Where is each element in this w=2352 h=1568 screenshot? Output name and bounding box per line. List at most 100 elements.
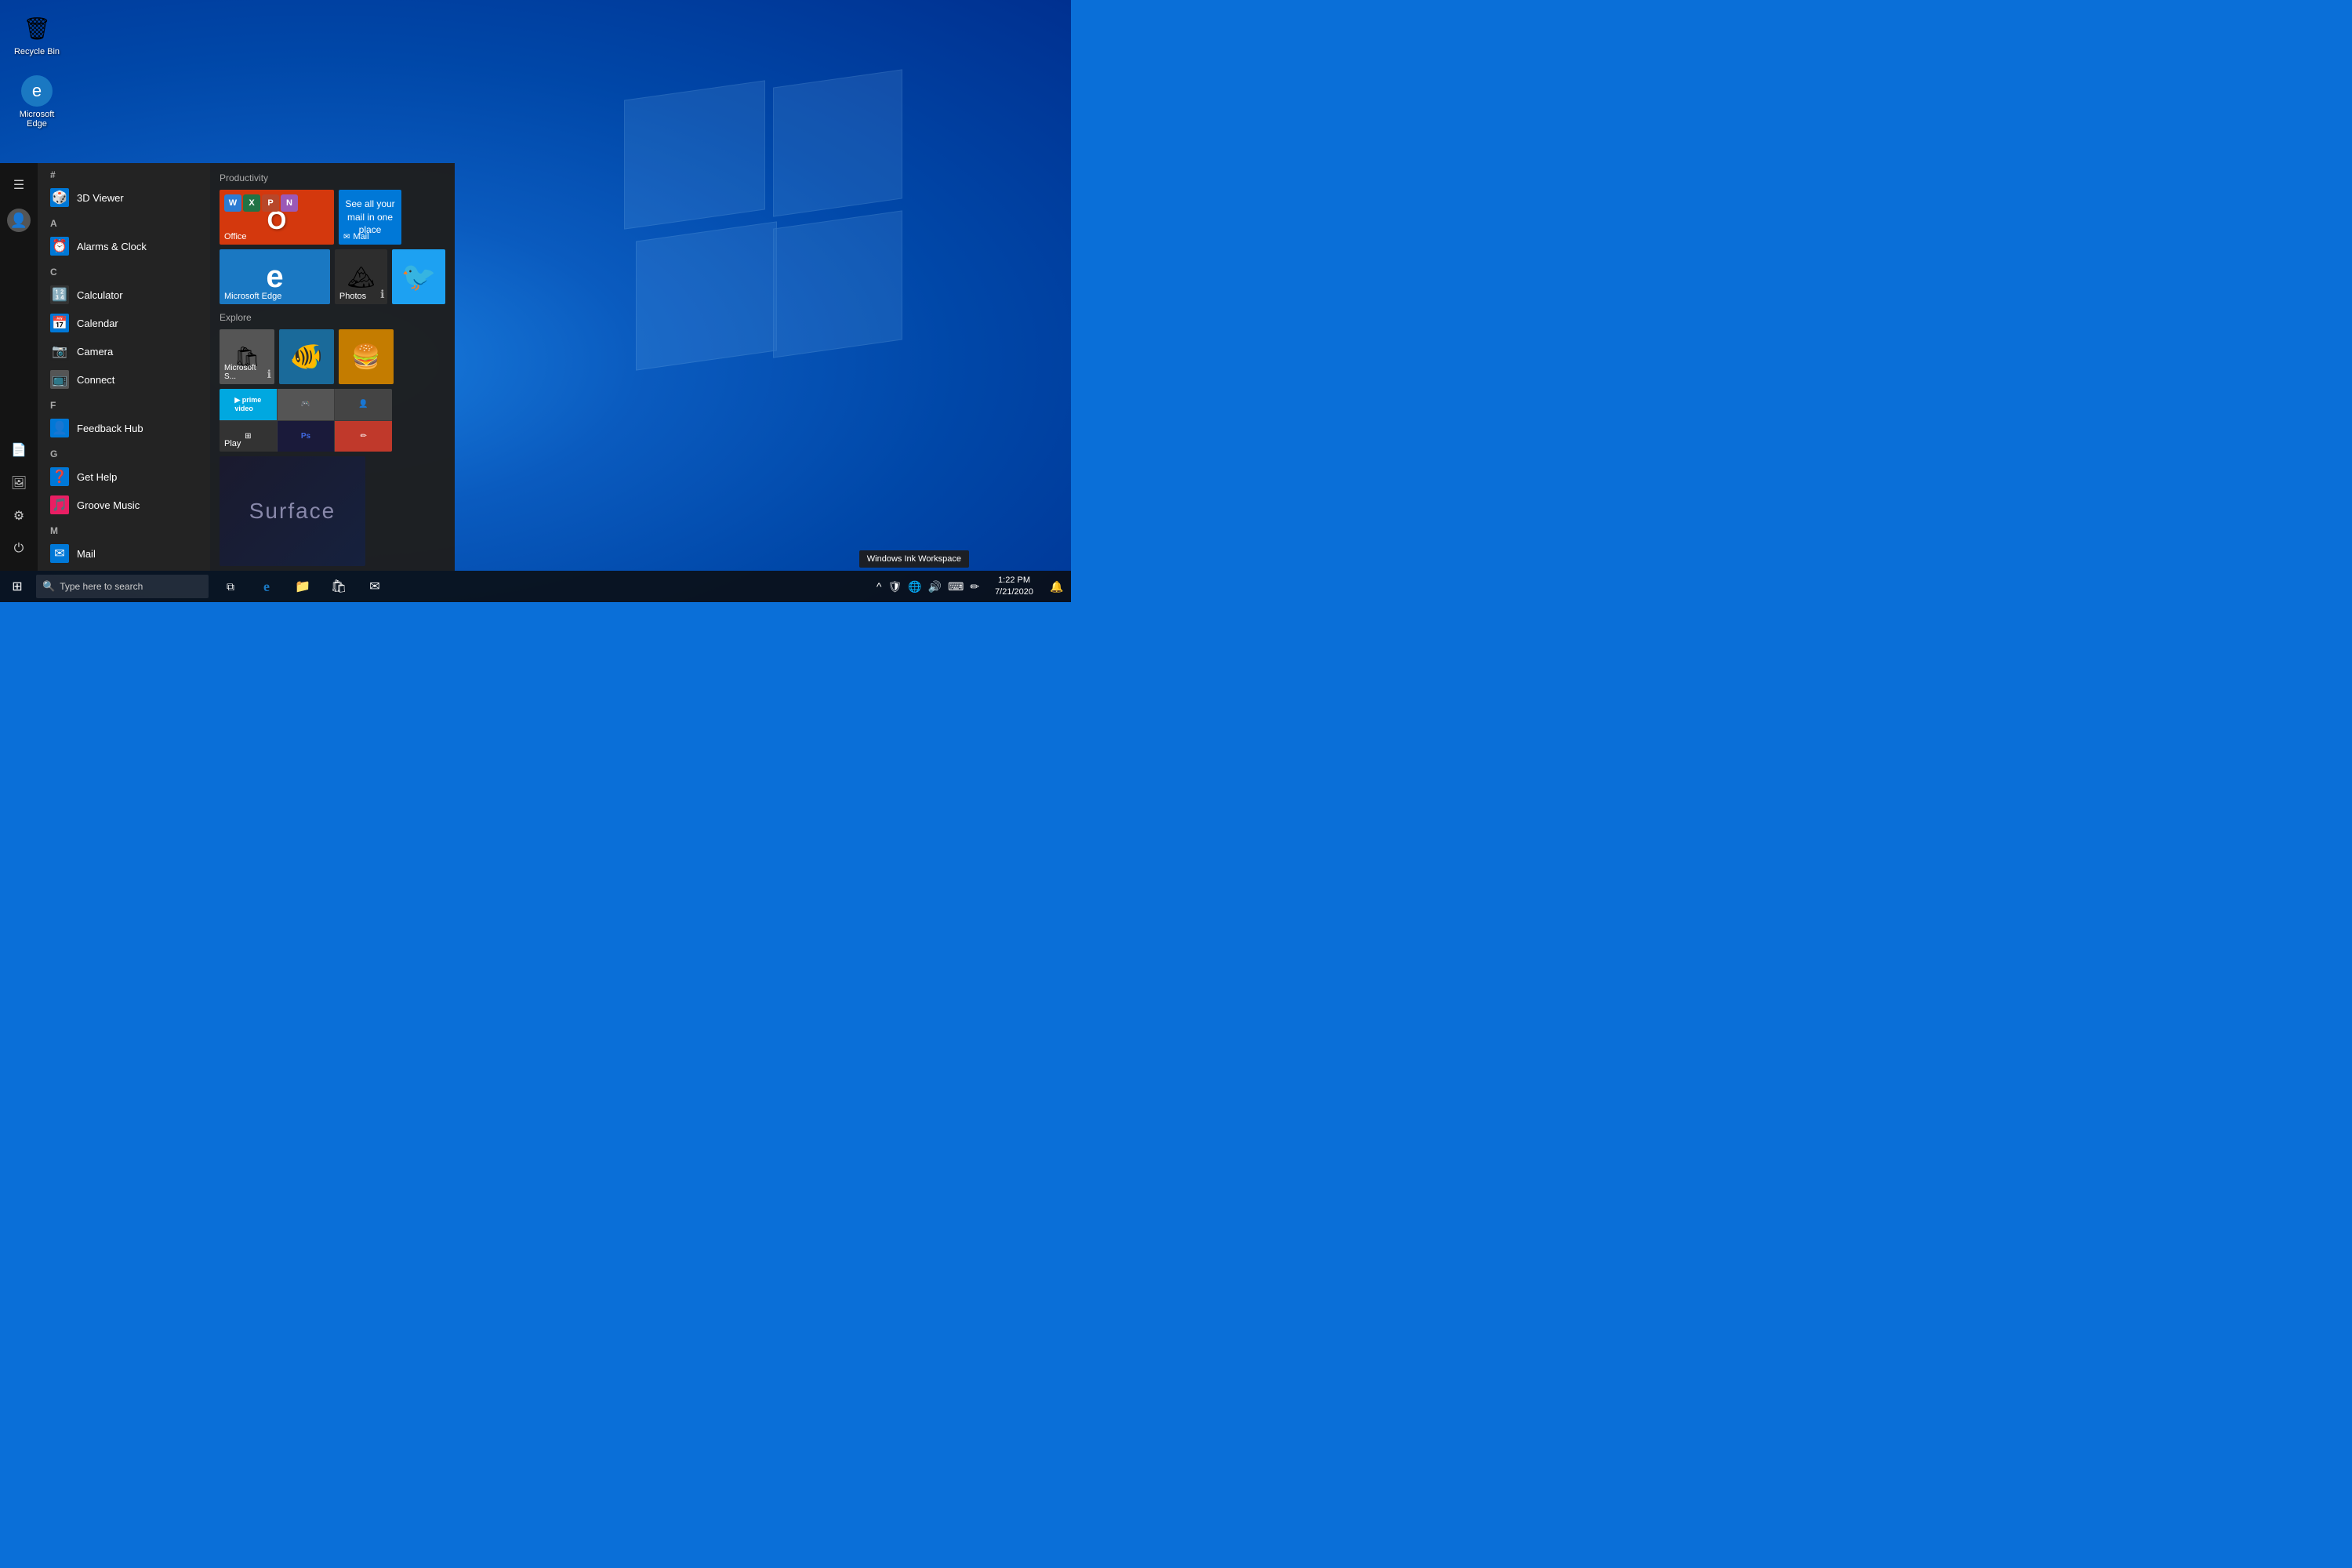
app-item-get-help[interactable]: ❓ Get Help — [38, 463, 210, 491]
tiles-row-3: 🛍 ℹ Microsoft S... 🐠 🍔 — [220, 329, 445, 384]
play-cell-prime: ▶ primevideo — [220, 389, 277, 420]
app-item-calendar[interactable]: 📅 Calendar — [38, 309, 210, 337]
surface-tile-text: Surface — [249, 499, 336, 524]
taskbar-search-text: Type here to search — [60, 581, 143, 592]
surface-ad-tile[interactable]: Surface — [220, 456, 365, 566]
groove-label: Groove Music — [77, 499, 140, 511]
store-tile-label: Microsoft S... — [220, 361, 274, 384]
photos-tile-info-icon: ℹ — [380, 288, 384, 301]
onenote-mini-icon: N — [281, 194, 298, 212]
office-tile[interactable]: W X P N O Office — [220, 190, 334, 245]
calendar-label: Calendar — [77, 318, 118, 329]
notification-button[interactable]: 🔔 — [1043, 571, 1071, 602]
burger-tile-icon: 🍔 — [351, 343, 380, 371]
task-view-button[interactable]: ⧉ — [213, 571, 248, 602]
settings-icon: ⚙ — [13, 508, 24, 524]
app-item-maps[interactable]: 🗺 Maps — [38, 568, 210, 571]
app-item-groove[interactable]: 🎵 Groove Music — [38, 491, 210, 519]
app-item-calculator[interactable]: 🔢 Calculator — [38, 281, 210, 309]
app-item-camera[interactable]: 📷 Camera — [38, 337, 210, 365]
tray-shield-icon[interactable]: 🛡 — [886, 579, 903, 595]
settings-button[interactable]: ⚙ — [2, 500, 36, 532]
alarms-icon: ⏰ — [50, 237, 69, 256]
taskbar-clock[interactable]: 1:22 PM 7/21/2020 — [987, 571, 1041, 602]
desktop-icon-recycle-bin[interactable]: 🗑 Recycle Bin — [9, 9, 64, 60]
store-explore-tile[interactable]: 🛍 ℹ Microsoft S... — [220, 329, 274, 384]
desktop-icon-edge[interactable]: e Microsoft Edge — [9, 72, 64, 132]
mail-list-label: Mail — [77, 548, 96, 560]
word-mini-icon: W — [224, 194, 241, 212]
start-windows-icon: ⊞ — [12, 579, 22, 594]
explore-section-label: Explore — [220, 309, 445, 329]
recycle-bin-icon: 🗑 — [21, 13, 53, 44]
store-taskbar-icon: 🛍 — [331, 579, 347, 594]
section-a: A — [38, 212, 210, 232]
hamburger-button[interactable]: ☰ — [2, 169, 36, 201]
twitter-tile[interactable]: 🐦 — [392, 249, 445, 304]
mail-tile[interactable]: See all yourmail in oneplace ✉ Mail — [339, 190, 401, 245]
mail-taskbar-icon: ✉ — [369, 579, 379, 594]
task-view-icon: ⧉ — [227, 580, 234, 593]
section-c: C — [38, 260, 210, 281]
burger-tile[interactable]: 🍔 — [339, 329, 394, 384]
edge-desktop-icon: e — [21, 75, 53, 107]
taskbar-tray: ^ 🛡 🌐 🔊 ⌨ ✏ 1:22 PM 7/21/2020 🔔 — [870, 571, 1071, 602]
mail-label-text: Mail — [353, 232, 368, 241]
section-m: M — [38, 519, 210, 539]
recycle-bin-label: Recycle Bin — [14, 47, 60, 56]
edge-taskbar-icon: e — [263, 579, 270, 595]
photos-sidebar-button[interactable]: 🖼 — [2, 467, 36, 499]
app-item-connect[interactable]: 📺 Connect — [38, 365, 210, 394]
3d-viewer-icon: 🎲 — [50, 188, 69, 207]
play-tile-label: Play — [224, 439, 241, 448]
documents-button[interactable]: 📄 — [2, 434, 36, 466]
windows-ink-tooltip-text: Windows Ink Workspace — [867, 554, 961, 564]
tiles-row-4: ▶ primevideo 🎮 👤 ⊞ Ps ✏ Play — [220, 389, 445, 452]
edge-tile[interactable]: e Microsoft Edge — [220, 249, 330, 304]
tiles-row-surface: Surface — [220, 456, 445, 566]
section-f: F — [38, 394, 210, 414]
taskbar-search[interactable]: 🔍 Type here to search — [36, 575, 209, 598]
get-help-icon: ❓ — [50, 467, 69, 486]
app-item-mail[interactable]: ✉ Mail — [38, 539, 210, 568]
edge-taskbar-button[interactable]: e — [249, 571, 284, 602]
mail-taskbar-button[interactable]: ✉ — [358, 571, 392, 602]
tray-network-icon[interactable]: 🌐 — [906, 579, 923, 595]
taskbar: ⊞ 🔍 Type here to search ⧉ e 📁 🛍 ✉ ^ 🛡 🌐 … — [0, 571, 1071, 602]
windows-ink-tooltip: Windows Ink Workspace — [859, 550, 969, 568]
alarms-label: Alarms & Clock — [77, 241, 147, 252]
app-item-3d-viewer[interactable]: 🎲 3D Viewer — [38, 183, 210, 212]
ppt-mini-icon: P — [262, 194, 279, 212]
play-cell-pen: ✏ — [335, 421, 392, 452]
tray-keyboard-icon[interactable]: ⌨ — [946, 579, 965, 595]
photos-tile-icon: 🏔 — [347, 264, 376, 290]
start-left-bottom-buttons: 📄 🖼 ⚙ ⏻ — [2, 434, 36, 571]
win-ink-icon[interactable]: ✏ — [968, 579, 981, 595]
photos-tile-label: Photos — [335, 289, 371, 304]
productivity-section-label: Productivity — [220, 169, 445, 190]
edge-tile-label: Microsoft Edge — [220, 289, 286, 304]
user-avatar[interactable]: 👤 — [7, 209, 31, 232]
app-item-alarms[interactable]: ⏰ Alarms & Clock — [38, 232, 210, 260]
tiles-row-2: e Microsoft Edge 🏔 ℹ Photos 🐦 — [220, 249, 445, 304]
photos-tile[interactable]: 🏔 ℹ Photos — [335, 249, 388, 304]
tray-chevron[interactable]: ^ — [875, 579, 884, 594]
clock-date: 7/21/2020 — [995, 586, 1033, 598]
windows-logo-decoration — [601, 47, 930, 376]
burger-tile-inner: 🍔 — [339, 329, 394, 384]
play-cell-avatar: 👤 — [335, 389, 392, 420]
file-explorer-button[interactable]: 📁 — [285, 571, 320, 602]
fish-tile[interactable]: 🐠 — [279, 329, 334, 384]
start-button[interactable]: ⊞ — [0, 571, 34, 602]
get-help-label: Get Help — [77, 471, 117, 483]
camera-icon: 📷 — [50, 342, 69, 361]
app-item-feedback[interactable]: 👤 Feedback Hub — [38, 414, 210, 442]
play-tile[interactable]: ▶ primevideo 🎮 👤 ⊞ Ps ✏ Play — [220, 389, 392, 452]
power-button[interactable]: ⏻ — [2, 533, 36, 564]
taskbar-search-icon: 🔍 — [42, 580, 55, 593]
store-taskbar-button[interactable]: 🛍 — [321, 571, 356, 602]
tray-volume-icon[interactable]: 🔊 — [927, 579, 943, 595]
start-app-list: # 🎲 3D Viewer A ⏰ Alarms & Clock C 🔢 Cal… — [38, 163, 210, 571]
tiles-row-1: W X P N O Office See all yourmail in one… — [220, 190, 445, 245]
camera-label: Camera — [77, 346, 113, 358]
